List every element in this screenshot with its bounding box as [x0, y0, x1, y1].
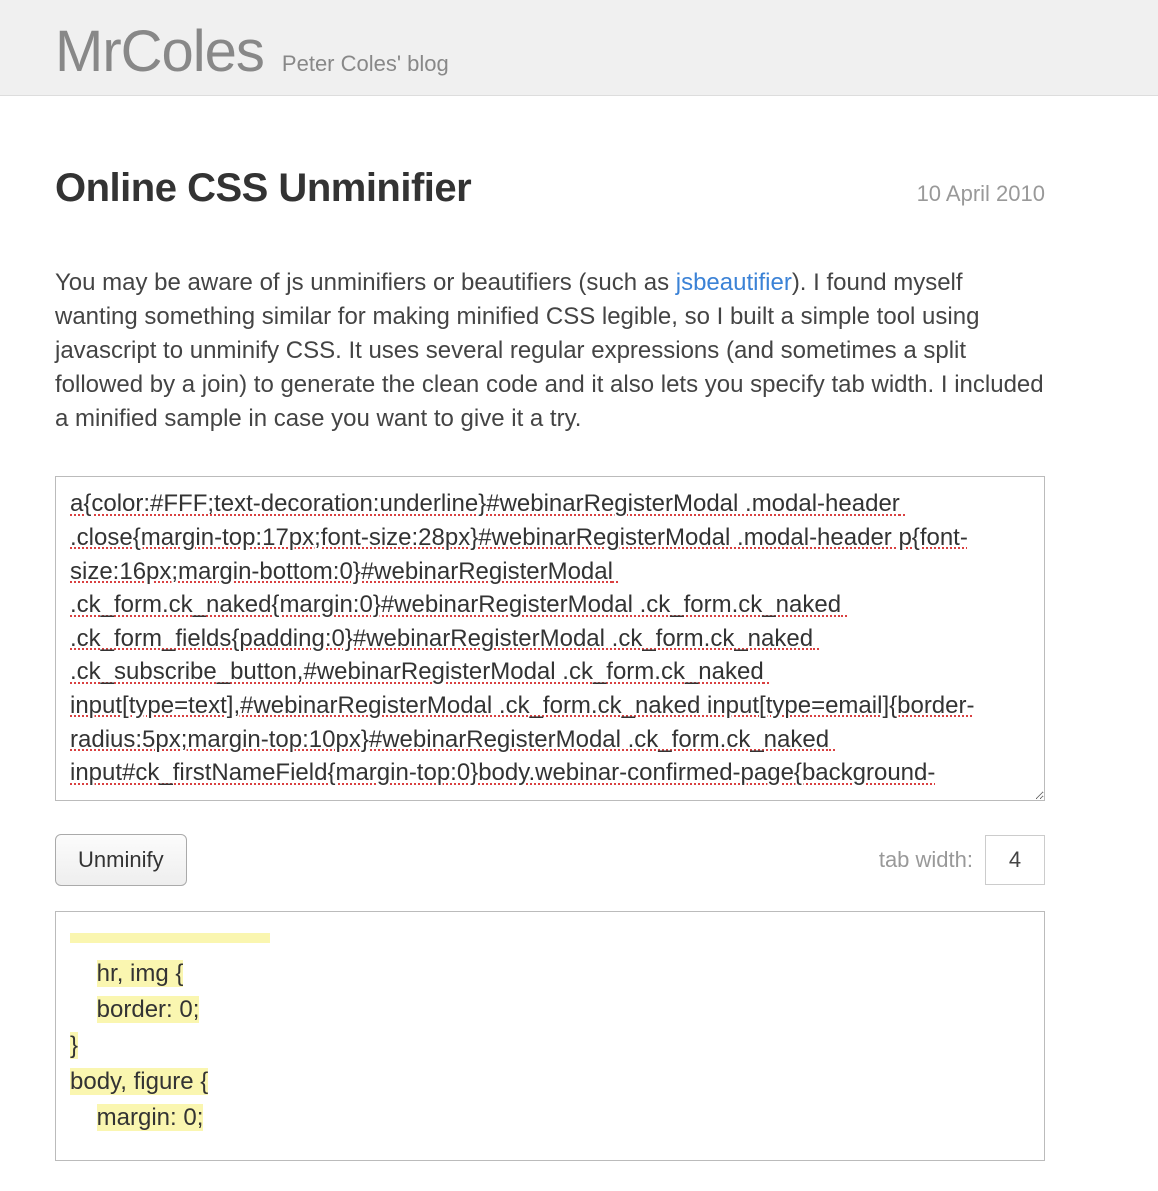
output-line: body, figure {: [70, 1068, 208, 1095]
tab-width-label: tab width:: [879, 847, 973, 873]
jsbeautifier-link[interactable]: jsbeautifier: [676, 269, 792, 296]
output-line: }: [70, 1032, 78, 1059]
output-truncated-top: [70, 933, 270, 943]
post-date: 10 April 2010: [917, 181, 1045, 207]
controls-row: Unminify tab width:: [55, 834, 1045, 886]
css-input-textarea[interactable]: [55, 476, 1045, 801]
intro-text-before: You may be aware of js unminifiers or be…: [55, 269, 676, 296]
output-line: border: 0;: [70, 996, 199, 1023]
intro-paragraph: You may be aware of js unminifiers or be…: [55, 266, 1045, 436]
page-title: Online CSS Unminifier: [55, 166, 471, 211]
main-content: Online CSS Unminifier 10 April 2010 You …: [0, 96, 1100, 1191]
tab-width-control: tab width:: [879, 835, 1045, 885]
output-line: hr, img {: [70, 960, 183, 987]
tab-width-input[interactable]: [985, 835, 1045, 885]
output-line: margin: 0;: [70, 1104, 203, 1131]
site-title[interactable]: MrColes: [55, 18, 264, 85]
title-row: Online CSS Unminifier 10 April 2010: [55, 166, 1045, 211]
site-header: MrColes Peter Coles' blog: [0, 0, 1158, 96]
css-output-area[interactable]: hr, img { border: 0; } body, figure { ma…: [55, 911, 1045, 1161]
unminify-button[interactable]: Unminify: [55, 834, 187, 886]
site-subtitle: Peter Coles' blog: [282, 51, 449, 77]
